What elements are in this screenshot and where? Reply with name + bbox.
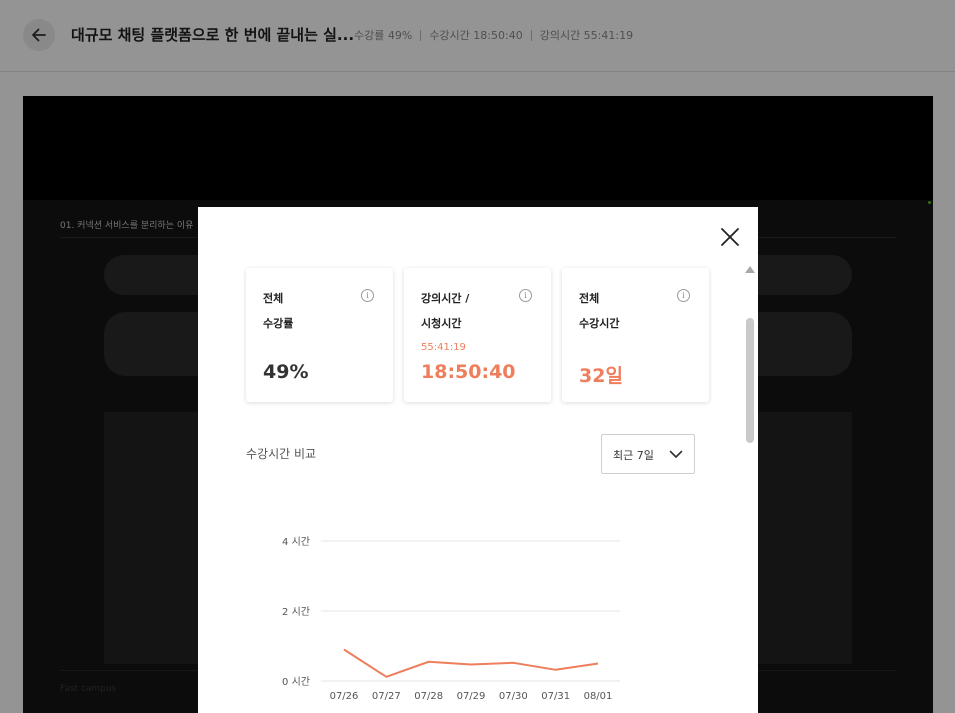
card-label: 전체 [263, 292, 284, 305]
card-value: 49% [263, 361, 309, 383]
info-icon[interactable]: i [677, 289, 690, 302]
card-value: 18:50:40 [421, 361, 516, 383]
card-value: 32일 [579, 365, 623, 387]
scrollbar-thumb[interactable] [746, 318, 754, 443]
period-dropdown[interactable]: 최근 7일 [601, 434, 695, 474]
y-tick-label: 0 시간 [282, 676, 310, 688]
stat-card-progress: 전체 수강률 i 49% [246, 268, 393, 402]
card-label: 전체 [579, 292, 600, 305]
x-tick-label: 08/01 [584, 691, 613, 702]
x-tick-label: 07/28 [414, 691, 443, 702]
scroll-up-arrow[interactable] [745, 266, 755, 273]
study-stats-modal: 전체 수강률 i 49% 강의시간 / 시청시간 i 55:41:19 18:5… [198, 207, 758, 713]
x-tick-label: 07/31 [541, 691, 570, 702]
info-icon[interactable]: i [519, 289, 532, 302]
y-tick-label: 2 시간 [282, 606, 310, 618]
study-time-line-chart: 0 시간 2 시간 4 시간 07/26 07/27 07/28 07/29 07/30 07/… [282, 536, 620, 702]
card-label: 수강시간 [579, 317, 620, 330]
card-label: 수강률 [263, 317, 294, 330]
x-tick-label: 07/27 [372, 691, 401, 702]
info-icon[interactable]: i [361, 289, 374, 302]
card-label: 강의시간 / [421, 292, 470, 305]
close-icon [721, 228, 739, 246]
stat-card-watch-time: 강의시간 / 시청시간 i 55:41:19 18:50:40 [404, 268, 551, 402]
x-tick-label: 07/30 [499, 691, 528, 702]
period-selected-label: 최근 7일 [613, 449, 654, 462]
close-button[interactable] [718, 225, 742, 249]
card-label: 시청시간 [421, 317, 462, 330]
x-tick-label: 07/26 [330, 691, 359, 702]
y-tick-label: 4 시간 [282, 536, 310, 548]
card-subvalue: 55:41:19 [421, 342, 466, 353]
series-line [343, 648, 599, 678]
chart-section-title: 수강시간 비교 [246, 447, 317, 461]
stat-card-total-days: 전체 수강시간 i 32일 [562, 268, 709, 402]
chevron-down-icon [669, 450, 683, 458]
x-tick-label: 07/29 [457, 691, 486, 702]
